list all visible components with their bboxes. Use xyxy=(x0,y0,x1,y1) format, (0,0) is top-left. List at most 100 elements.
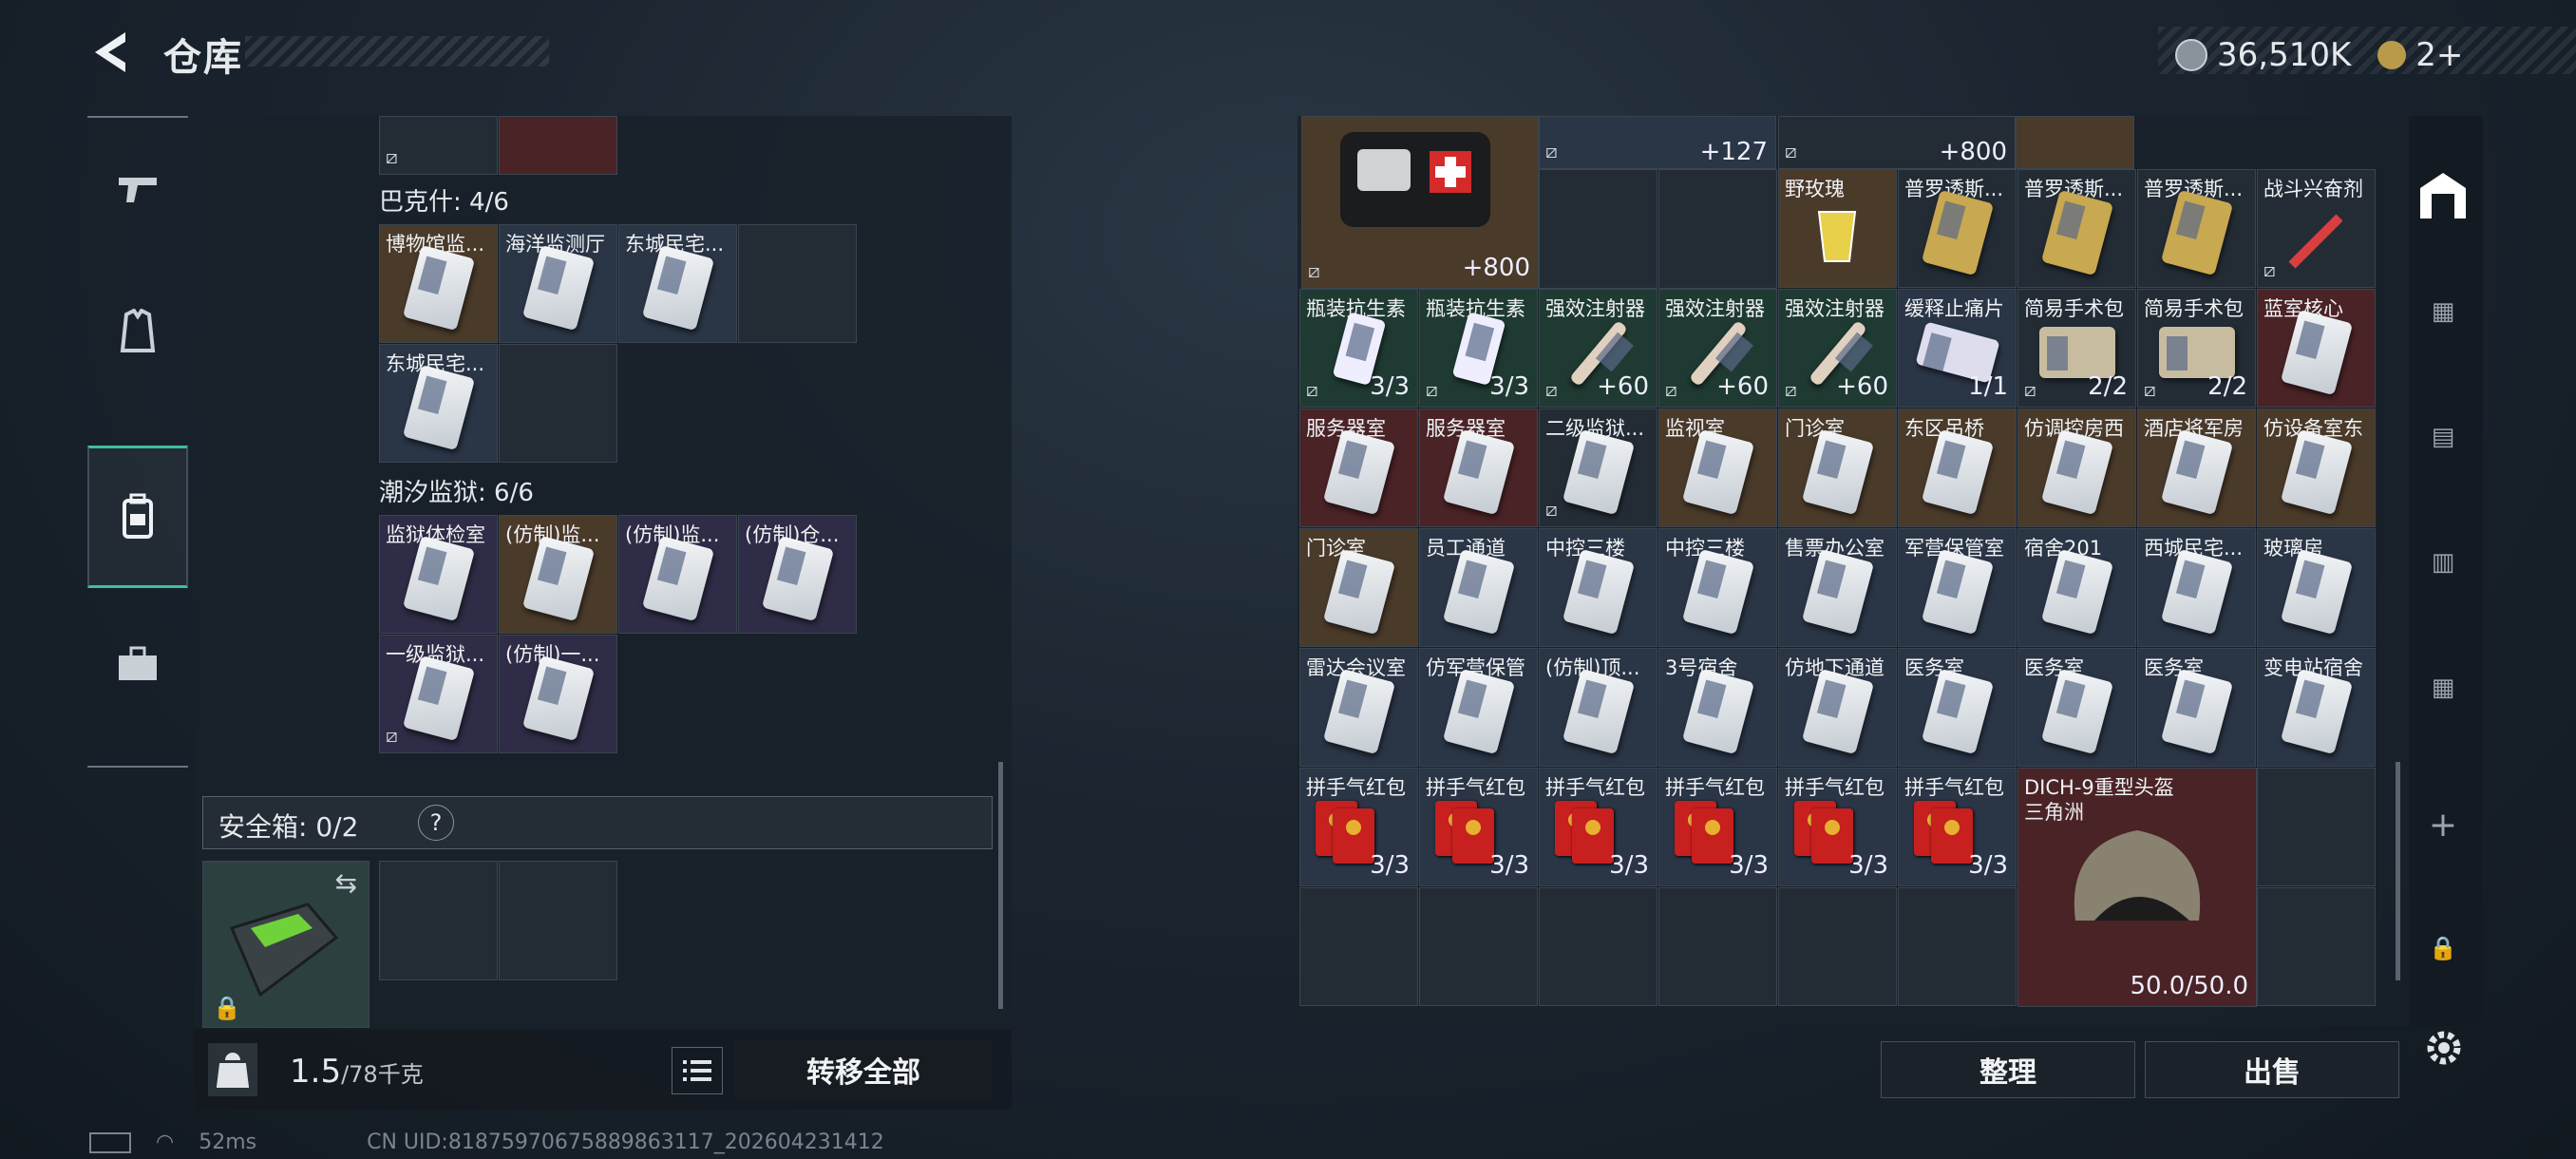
tab-stash-iv-1[interactable]: ▦ xyxy=(2409,249,2477,374)
keycard-slot[interactable]: 西城民宅... xyxy=(2137,528,2256,647)
keycard-slot[interactable]: 仿军营保管 xyxy=(1419,648,1538,767)
keycard-slot[interactable]: 门诊室 xyxy=(1299,528,1418,647)
helmet-slot[interactable]: DICH-9重型头盔 三角洲 50.0/50.0 xyxy=(2017,768,2257,1007)
keycard-slot[interactable]: 门诊室 xyxy=(1778,408,1897,527)
empty-slot[interactable] xyxy=(1658,887,1777,1006)
red-packet-slot[interactable]: 拼手气红包 3/3 xyxy=(1778,768,1897,886)
item-slot[interactable] xyxy=(2016,116,2134,169)
help-button[interactable]: ? xyxy=(418,805,454,841)
item-slot[interactable]: 瓶装抗生素 ⧄ 3/3 xyxy=(1299,289,1418,408)
tab-stash-iv-2[interactable]: ▥ xyxy=(2409,500,2477,625)
keycard-slot[interactable]: 医务室 xyxy=(2017,648,2136,767)
keycard-slot[interactable]: 玻璃房 xyxy=(2257,528,2376,647)
sort-button[interactable]: 整理 xyxy=(1881,1041,2135,1098)
add-stash-button[interactable]: + xyxy=(2409,762,2477,887)
keycard-slot[interactable]: 酒店将军房 xyxy=(2137,408,2256,527)
sell-button[interactable]: 出售 xyxy=(2145,1041,2399,1098)
item-slot[interactable]: 普罗透斯... xyxy=(2017,169,2136,288)
keycard-slot[interactable]: (仿制)顶... xyxy=(1539,648,1657,767)
tab-stash-iv-3[interactable]: ▦ xyxy=(2409,625,2477,750)
red-packet-slot[interactable]: 拼手气红包 3/3 xyxy=(1539,768,1657,886)
keycard-slot[interactable]: 二级监狱... ⧄ xyxy=(1539,408,1657,527)
first-aid-kit-slot[interactable]: ⧄ +800 xyxy=(1301,116,1539,289)
item-slot[interactable]: 强效注射器 ⧄ +60 xyxy=(1539,289,1657,408)
tab-all-stash[interactable] xyxy=(2409,133,2477,258)
empty-slot[interactable] xyxy=(499,344,617,463)
tab-stash-iii[interactable]: ▤ xyxy=(2409,374,2477,500)
swap-icon[interactable]: ⇆ xyxy=(335,867,357,899)
keycard-slot[interactable]: 东区吊桥 xyxy=(1898,408,2017,527)
keycard-slot[interactable]: (仿制)仓... xyxy=(738,515,857,634)
tab-armor[interactable] xyxy=(87,260,188,403)
item-slot[interactable]: ⧄ +127 xyxy=(1539,116,1776,169)
scrollbar[interactable] xyxy=(998,762,1003,1009)
keycard-slot[interactable]: 雷达会议室 xyxy=(1299,648,1418,767)
item-slot[interactable]: ⧄ xyxy=(379,116,498,175)
keycard-slot[interactable]: 仿设备室东 xyxy=(2257,408,2376,527)
keycard-slot[interactable]: 博物馆监... xyxy=(379,224,498,343)
keycard-slot[interactable]: 仿地下通道 xyxy=(1778,648,1897,767)
empty-slot[interactable] xyxy=(738,224,857,343)
keycard-slot[interactable]: 监狱体检室 xyxy=(379,515,498,634)
empty-slot[interactable] xyxy=(1898,887,2017,1006)
keycard-slot[interactable]: 军营保管室 xyxy=(1898,528,2017,647)
red-packet-slot[interactable]: 拼手气红包 3/3 xyxy=(1658,768,1777,886)
keycard-slot[interactable]: (仿制)监... xyxy=(618,515,737,634)
tab-backpack[interactable] xyxy=(87,446,188,588)
item-slot[interactable]: 瓶装抗生素 ⧄ 3/3 xyxy=(1419,289,1538,408)
keycard-slot[interactable]: (仿制)一... xyxy=(499,635,617,753)
empty-slot[interactable] xyxy=(379,861,498,980)
keycard-slot[interactable]: 宿舍201 xyxy=(2017,528,2136,647)
keycard-slot[interactable]: 中控三楼 xyxy=(1539,528,1657,647)
empty-slot[interactable] xyxy=(1658,169,1777,289)
item-slot[interactable]: 普罗透斯... xyxy=(2137,169,2256,288)
keycard-slot[interactable]: 变电站宿舍 xyxy=(2257,648,2376,767)
item-slot[interactable]: 蓝室核心 xyxy=(2257,289,2376,408)
empty-slot[interactable] xyxy=(1778,887,1897,1006)
empty-slot[interactable] xyxy=(1539,169,1657,289)
keycard-slot[interactable]: 售票办公室 xyxy=(1778,528,1897,647)
tab-case[interactable] xyxy=(87,593,188,735)
locked-stash[interactable]: 🔒 xyxy=(2409,885,2477,1011)
keycard-slot[interactable]: 东城民宅... xyxy=(618,224,737,343)
item-slot-yemeigui[interactable]: 野玫瑰 xyxy=(1778,169,1897,288)
keycard-slot[interactable]: 中控三楼 xyxy=(1658,528,1777,647)
keycard-slot[interactable]: 一级监狱... ⧄ xyxy=(379,635,498,753)
keycard-slot[interactable]: 医务室 xyxy=(1898,648,2017,767)
empty-slot[interactable] xyxy=(499,861,617,980)
keycard-slot[interactable]: 服务器室 xyxy=(1419,408,1538,527)
keycard-slot[interactable]: 监视室 xyxy=(1658,408,1777,527)
keycard-slot[interactable]: 医务室 xyxy=(2137,648,2256,767)
item-slot[interactable]: 普罗透斯... xyxy=(1898,169,2017,288)
safebox-slot[interactable]: ⇆ 🔒 xyxy=(202,861,369,1028)
back-button[interactable] xyxy=(87,28,131,76)
red-packet-slot[interactable]: 拼手气红包 3/3 xyxy=(1419,768,1538,886)
red-packet-slot[interactable]: 拼手气红包 3/3 xyxy=(1299,768,1418,886)
item-slot[interactable]: ⧄ +800 xyxy=(1778,116,2016,169)
scrollbar[interactable] xyxy=(2396,762,2400,980)
keycard-slot[interactable]: 海洋监测厅 xyxy=(499,224,617,343)
item-slot[interactable]: 简易手术包 ⧄ 2/2 xyxy=(2017,289,2136,408)
keycard-slot[interactable]: (仿制)监... xyxy=(499,515,617,634)
item-slot[interactable]: 缓释止痛片 1/1 xyxy=(1898,289,2017,408)
empty-slot[interactable] xyxy=(1299,887,1418,1006)
item-slot[interactable]: 战斗兴奋剂 ⧄ xyxy=(2257,169,2376,288)
transfer-all-button[interactable]: 转移全部 xyxy=(734,1039,993,1100)
keycard-slot[interactable]: 3号宿舍 xyxy=(1658,648,1777,767)
item-slot[interactable]: 强效注射器 ⧄ +60 xyxy=(1778,289,1897,408)
keycard-slot[interactable]: 东城民宅... xyxy=(379,344,498,463)
red-packet-slot[interactable]: 拼手气红包 3/3 xyxy=(1898,768,2017,886)
keycard-slot[interactable]: 员工通道 xyxy=(1419,528,1538,647)
empty-slot[interactable] xyxy=(1539,887,1657,1006)
empty-slot[interactable] xyxy=(1419,887,1538,1006)
settings-button[interactable] xyxy=(2420,1024,2468,1072)
keycard-slot[interactable]: 仿调控房西 xyxy=(2017,408,2136,527)
tab-weapons[interactable] xyxy=(87,118,188,260)
empty-slot[interactable] xyxy=(2257,887,2376,1006)
item-slot[interactable]: 简易手术包 ⧄ 2/2 xyxy=(2137,289,2256,408)
empty-slot[interactable] xyxy=(2257,768,2376,886)
item-slot[interactable]: 强效注射器 ⧄ +60 xyxy=(1658,289,1777,408)
list-view-button[interactable] xyxy=(672,1047,723,1094)
item-slot[interactable] xyxy=(499,116,617,175)
keycard-slot[interactable]: 服务器室 xyxy=(1299,408,1418,527)
